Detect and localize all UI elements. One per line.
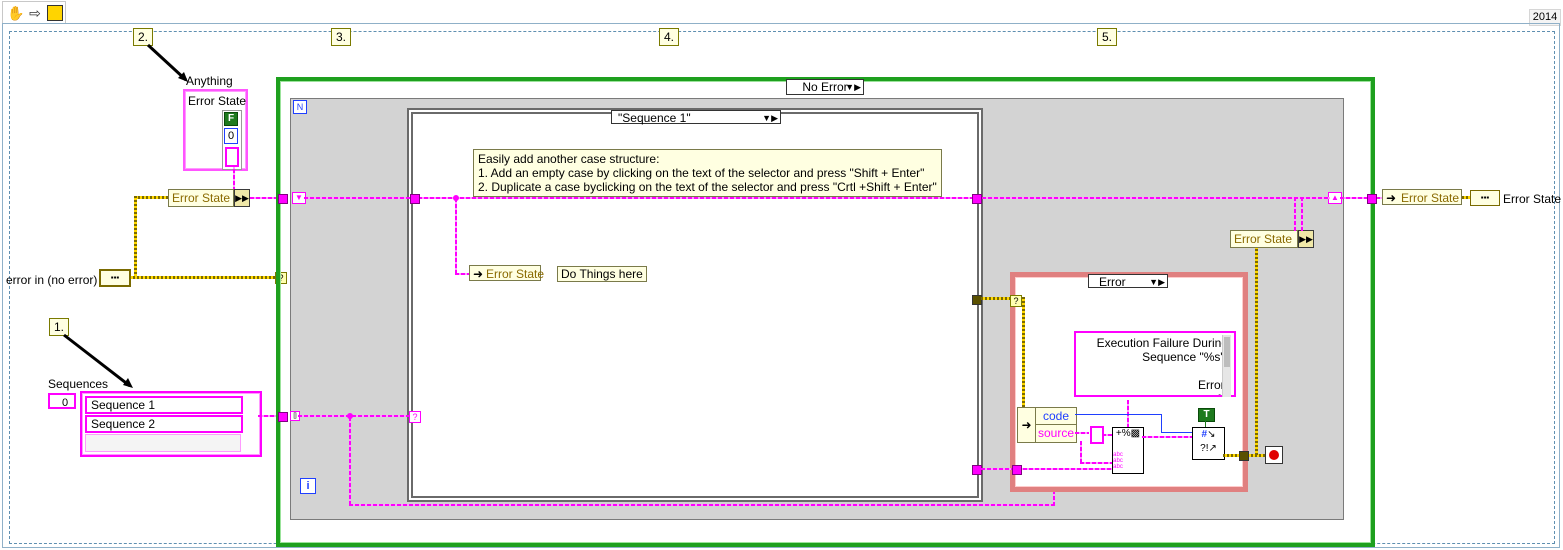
- sequence-item-empty[interactable]: [85, 434, 241, 452]
- sequences-tunnel-in: [278, 412, 288, 422]
- unbundle-by-name[interactable]: ➜ code source: [1017, 407, 1077, 443]
- source-element[interactable]: source: [1036, 425, 1076, 441]
- error-state-tunnel-in: [278, 194, 288, 204]
- error-case-selector[interactable]: Error ▼▶: [1088, 274, 1168, 289]
- output-error-state[interactable]: ➜ Error State: [1382, 189, 1462, 205]
- error-state-indicator-terminal[interactable]: ▪▪▪: [1470, 190, 1500, 206]
- outer-case-selector[interactable]: No Error ▼▶: [786, 79, 864, 95]
- code-element[interactable]: code: [1036, 408, 1076, 425]
- status-boolean[interactable]: F: [224, 112, 238, 126]
- sequence-item-1[interactable]: Sequence 1: [85, 396, 243, 414]
- sequence-case-selector[interactable]: "Sequence 1" ▼▶: [611, 110, 781, 125]
- format-into-string-node[interactable]: +%▩ abc abc abc: [1112, 427, 1144, 474]
- code-numeric[interactable]: 0: [224, 128, 238, 144]
- source-string[interactable]: [225, 147, 239, 167]
- while-loop-label-icon: N: [293, 100, 307, 114]
- do-things-here-label: Do Things here: [557, 266, 647, 282]
- bundle-error-state-inner[interactable]: ➜ Error State: [469, 265, 544, 281]
- format-string-scrollbar[interactable]: [1222, 335, 1231, 397]
- stop-icon: [1269, 450, 1279, 460]
- sequences-label: Sequences: [48, 377, 109, 391]
- sequences-array[interactable]: Sequence 1 Sequence 2: [80, 391, 262, 457]
- true-constant[interactable]: T: [1198, 408, 1215, 422]
- sequence-item-2[interactable]: Sequence 2: [85, 415, 243, 433]
- sequence-selector-terminal: ?: [409, 411, 421, 423]
- error-state-indicator-label: Error State: [1503, 192, 1562, 206]
- unbundle-error-state[interactable]: Error State ▶▶: [168, 189, 250, 207]
- format-string-constant[interactable]: Execution Failure During Sequence "%s". …: [1074, 331, 1236, 397]
- error-in-terminal[interactable]: ▪▪▪: [99, 269, 131, 287]
- error-in-label: error in (no error): [6, 273, 98, 287]
- comment-note: Easily add another case structure: 1. Ad…: [473, 149, 942, 197]
- anything-label: Anything: [186, 74, 233, 88]
- error-cluster-from-code-node[interactable]: #↘ ?!↗: [1192, 427, 1225, 460]
- error-state-cluster-label: Error State: [188, 94, 247, 108]
- sequences-index[interactable]: 0: [48, 393, 76, 409]
- stop-terminal[interactable]: [1265, 446, 1283, 464]
- bundle-error-state-right[interactable]: Error State ▶▶: [1230, 230, 1314, 248]
- error-state-cluster-constant[interactable]: Error State F 0: [183, 89, 248, 171]
- iteration-terminal: i: [300, 478, 316, 494]
